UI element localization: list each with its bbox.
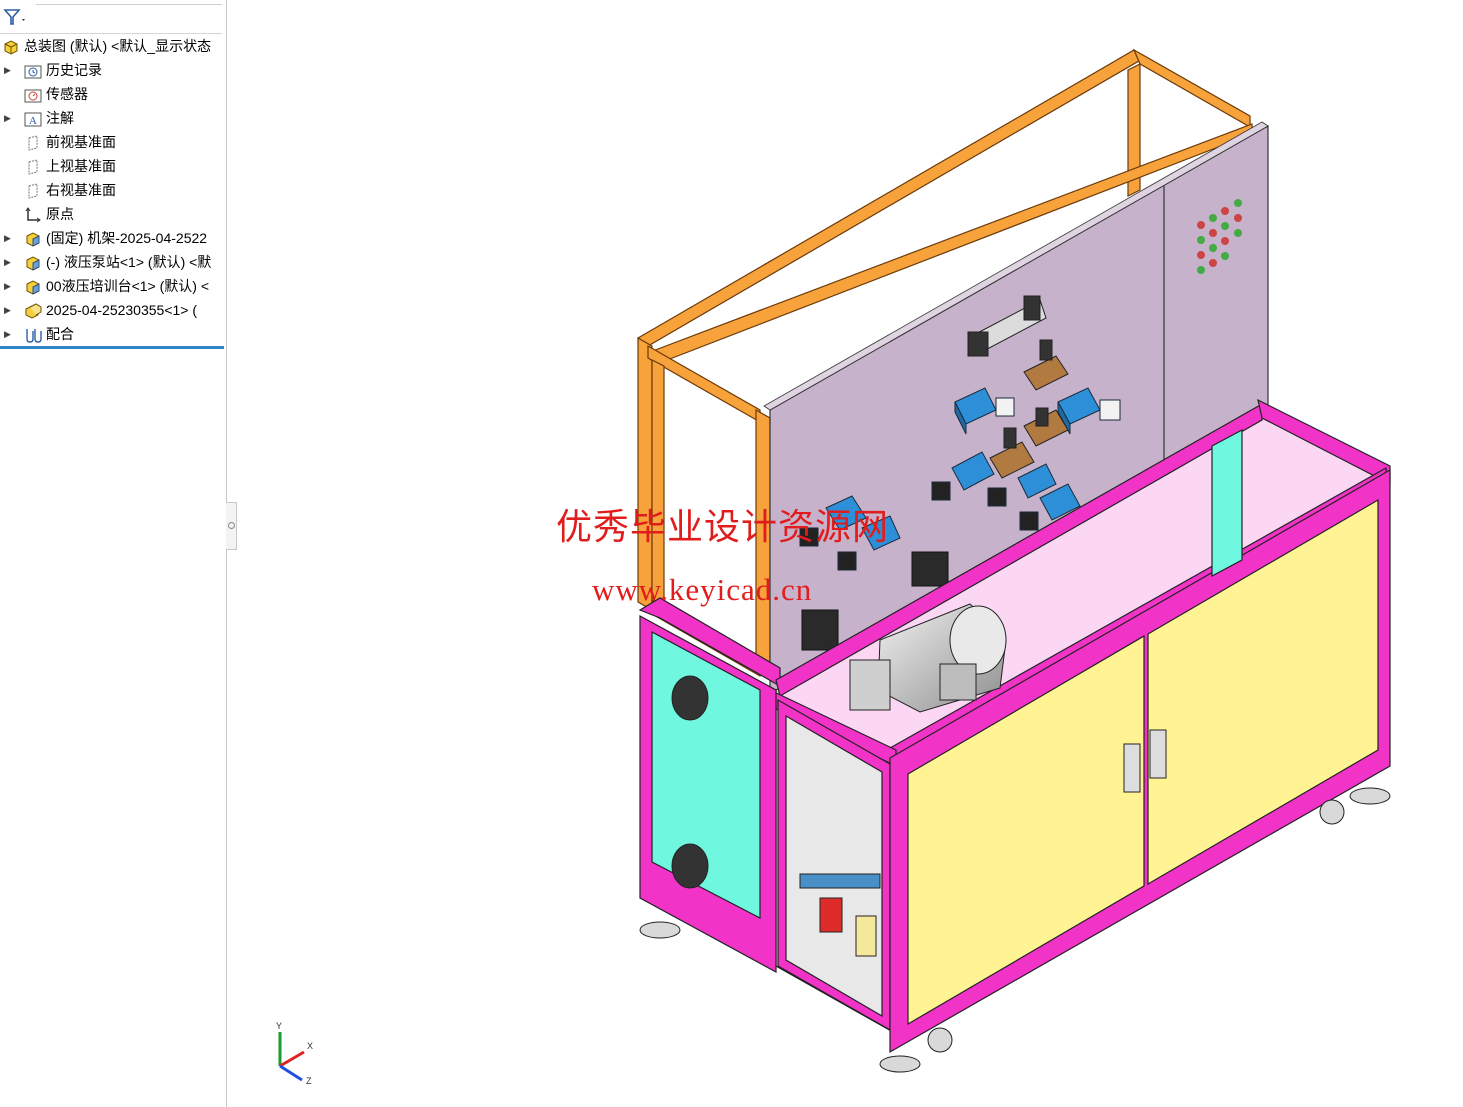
tree-item[interactable]: ▶ 配合 [0,322,226,346]
triad-x-label: X [307,1041,313,1051]
tree-item[interactable]: 上视基准面 [0,154,226,178]
tree-item[interactable]: 总装图 (默认) <默认_显示状态 [0,34,226,58]
expand-arrow-icon[interactable]: ▶ [4,322,14,346]
tree-item[interactable]: ▶ (固定) 机架-2025-04-2522 [0,226,226,250]
annotation-folder-icon: A [24,110,42,127]
tree-item-label: 前视基准面 [46,134,116,150]
expand-arrow-icon[interactable]: ▶ [4,274,14,298]
tree-item-label: 上视基准面 [46,158,116,174]
subassembly-icon [24,302,42,319]
mates-icon [24,326,42,343]
filter-bar [0,0,222,34]
watermark-title: 优秀毕业设计资源网 [556,507,890,547]
tree-item-label: 总装图 (默认) <默认_显示状态 [24,38,212,54]
tree-item[interactable]: ▶ (-) 液压泵站<1> (默认) <默 [0,250,226,274]
tree-item[interactable]: ▶ 2025-04-25230355<1> ( [0,298,226,322]
graphics-area[interactable]: Y X Z [238,0,1463,1107]
triad-y-label: Y [276,1021,282,1031]
tree-item[interactable]: 传感器 [0,82,226,106]
tree-item-label: 00液压培训台<1> (默认) < [46,278,209,294]
tree-item[interactable]: ▶ 历史记录 [0,58,226,82]
part-icon [24,254,42,271]
tree-item-label: 注解 [46,110,74,126]
filter-icon[interactable] [3,8,29,26]
axis-triad: Y X Z [276,1021,313,1086]
watermark-url: www.keyicad.cn [592,572,813,607]
tree-item-label: 右视基准面 [46,182,116,198]
part-icon [24,278,42,295]
plane-icon [24,158,42,175]
part-icon [24,230,42,247]
panel-tabs-strip [36,0,222,5]
sensor-folder-icon [24,86,42,103]
origin-icon [24,206,42,223]
tree-item-label: (-) 液压泵站<1> (默认) <默 [46,254,212,270]
expand-arrow-icon[interactable]: ▶ [4,298,14,322]
tree-item[interactable]: 右视基准面 [0,178,226,202]
assembly-icon [2,38,20,55]
expand-arrow-icon[interactable]: ▶ [4,106,14,130]
tree-end-marker [0,346,224,349]
plane-icon [24,182,42,199]
feature-manager-tree: 总装图 (默认) <默认_显示状态 ▶ 历史记录传感器 ▶ A 注解前视基准面上视基准面右… [0,0,227,1107]
tree-item-label: 配合 [46,326,74,342]
tree-item[interactable]: 原点 [0,202,226,226]
history-folder-icon [24,62,42,79]
expand-arrow-icon[interactable]: ▶ [4,250,14,274]
triad-z-label: Z [306,1076,312,1086]
tree-item-label: 历史记录 [46,62,102,78]
expand-arrow-icon[interactable]: ▶ [4,58,14,82]
tree-item-label: 传感器 [46,86,88,102]
plane-icon [24,134,42,151]
tree-item[interactable]: ▶ 00液压培训台<1> (默认) < [0,274,226,298]
expand-arrow-icon[interactable]: ▶ [4,226,14,250]
tree-item[interactable]: ▶ A 注解 [0,106,226,130]
tree-item[interactable]: 前视基准面 [0,130,226,154]
panel-splitter-handle[interactable] [226,502,237,550]
tree-item-label: 2025-04-25230355<1> ( [46,302,198,318]
tree-item-label: (固定) 机架-2025-04-2522 [46,230,208,246]
tree-item-label: 原点 [46,206,74,222]
svg-text:A: A [29,115,37,127]
